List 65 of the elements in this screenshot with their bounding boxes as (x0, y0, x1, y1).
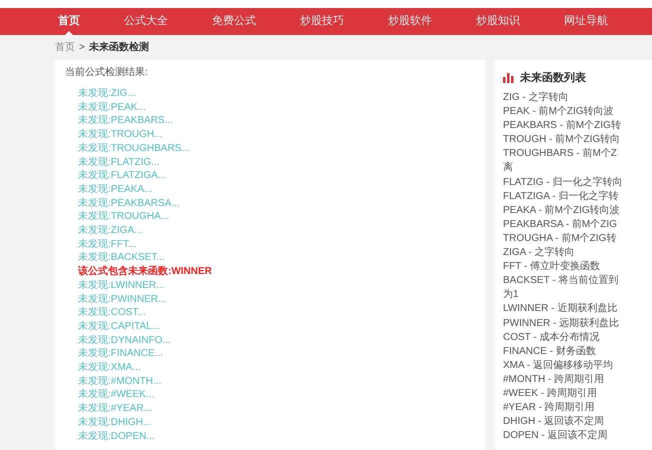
nav-link[interactable]: 炒股技巧 (300, 8, 344, 35)
function-item: XMA - 返回偏移移动平均 (503, 358, 614, 373)
results-title: 当前公式检测结果: (65, 66, 149, 80)
nav-link[interactable]: 公式大全 (124, 8, 168, 35)
result-line: 未发现:ZIG... (78, 87, 136, 101)
function-item: DOPEN - 返回该不定周 (503, 429, 608, 444)
result-line: 未发现:TROUGH... (78, 128, 162, 142)
function-item: PEAKBARS - 前M个ZIG转 (503, 119, 621, 134)
function-item: PEAK - 前M个ZIG转向波 (503, 105, 614, 120)
breadcrumb-current: 未来函数检测 (88, 40, 149, 55)
result-line: 未发现:XMA... (78, 361, 141, 375)
result-line: 未发现:DYNAINFO... (78, 334, 171, 348)
function-item: DHIGH - 返回该不定周 (503, 415, 604, 430)
result-line: 未发现:FLATZIGA... (78, 169, 166, 183)
function-item: FFT - 傅立叶变换函数 (503, 260, 600, 274)
result-line: 未发现:PEAK... (78, 100, 146, 114)
function-item: PEAKBARSA - 前M个ZIG (503, 218, 617, 232)
function-item: FINANCE - 财务函数 (503, 344, 596, 359)
function-item: BACKSET - 将当前位置到 (503, 274, 618, 288)
function-item: #YEAR - 跨周期引用 (503, 401, 595, 416)
function-item: FLATZIGA - 归一化之字转 (503, 190, 618, 204)
function-item: #WEEK - 跨周期引用 (503, 386, 597, 401)
result-line: 未发现:TROUGHA... (78, 210, 170, 224)
function-item: LWINNER - 近期获利盘比 (503, 302, 618, 316)
result-line: 未发现:#MONTH... (78, 374, 162, 388)
breadcrumb-home[interactable]: 首页 (55, 40, 75, 55)
result-line: 未发现:PEAKA... (78, 182, 152, 197)
breadcrumb-separator: > (79, 41, 85, 55)
result-line: 未发现:DHIGH... (78, 416, 152, 430)
result-line: 未发现:#WEEK... (78, 388, 154, 402)
function-item: 为1 (503, 288, 519, 302)
nav-link[interactable]: 首页 (58, 8, 80, 35)
result-line: 未发现:ZIGA... (78, 224, 142, 238)
nav-link[interactable]: 免费公式 (212, 8, 256, 35)
function-item: FLATZIG - 归一化之字转向 (503, 176, 622, 190)
result-line: 未发现:TROUGHBARS... (78, 142, 190, 156)
result-line: 未发现:BACKSET... (78, 251, 165, 266)
result-line: 该公式包含未来函数:WINNER (78, 265, 212, 279)
active-indicator-icon (65, 31, 73, 35)
result-line: 未发现:PEAKBARSA... (78, 196, 180, 210)
result-line: 未发现:FINANCE... (78, 347, 164, 362)
function-item: TROUGH - 前M个ZIG转向 (503, 133, 620, 148)
result-line: 未发现:PWINNER... (78, 292, 166, 306)
nav-link[interactable]: 炒股软件 (388, 8, 432, 35)
result-line: 未发现:PEAKBARS... (78, 114, 174, 128)
result-line: 未发现:CAPITAL... (78, 320, 160, 334)
function-item: 离 (503, 161, 513, 176)
result-line: 未发现:FFT... (78, 238, 136, 252)
nav-link[interactable]: 炒股知识 (476, 8, 520, 35)
result-line: 未发现:COST... (78, 306, 146, 320)
function-item: COST - 成本分布情况 (503, 330, 600, 345)
function-item: TROUGHA - 前M个ZIG转 (503, 232, 616, 246)
function-item: PEAKA - 前M个ZIG转向波 (503, 204, 620, 218)
function-item: #MONTH - 跨周期引用 (503, 372, 604, 387)
sidebar-title: 未来函数列表 (520, 70, 586, 86)
function-item: ZIGA - 之字转向 (503, 246, 575, 260)
function-item: PWINNER - 远期获利盘比 (503, 316, 620, 330)
function-item: ZIG - 之字转向 (503, 91, 569, 105)
result-line: 未发现:DOPEN... (78, 430, 155, 444)
bar-chart-icon (503, 73, 514, 83)
result-line: 未发现:LWINNER... (78, 278, 164, 293)
nav-link[interactable]: 网址导航 (564, 8, 608, 35)
result-line: 未发现:FLATZIG... (78, 156, 160, 170)
result-line: 未发现:#YEAR... (78, 402, 152, 416)
function-item: TROUGHBARS - 前M个Z (503, 147, 617, 162)
